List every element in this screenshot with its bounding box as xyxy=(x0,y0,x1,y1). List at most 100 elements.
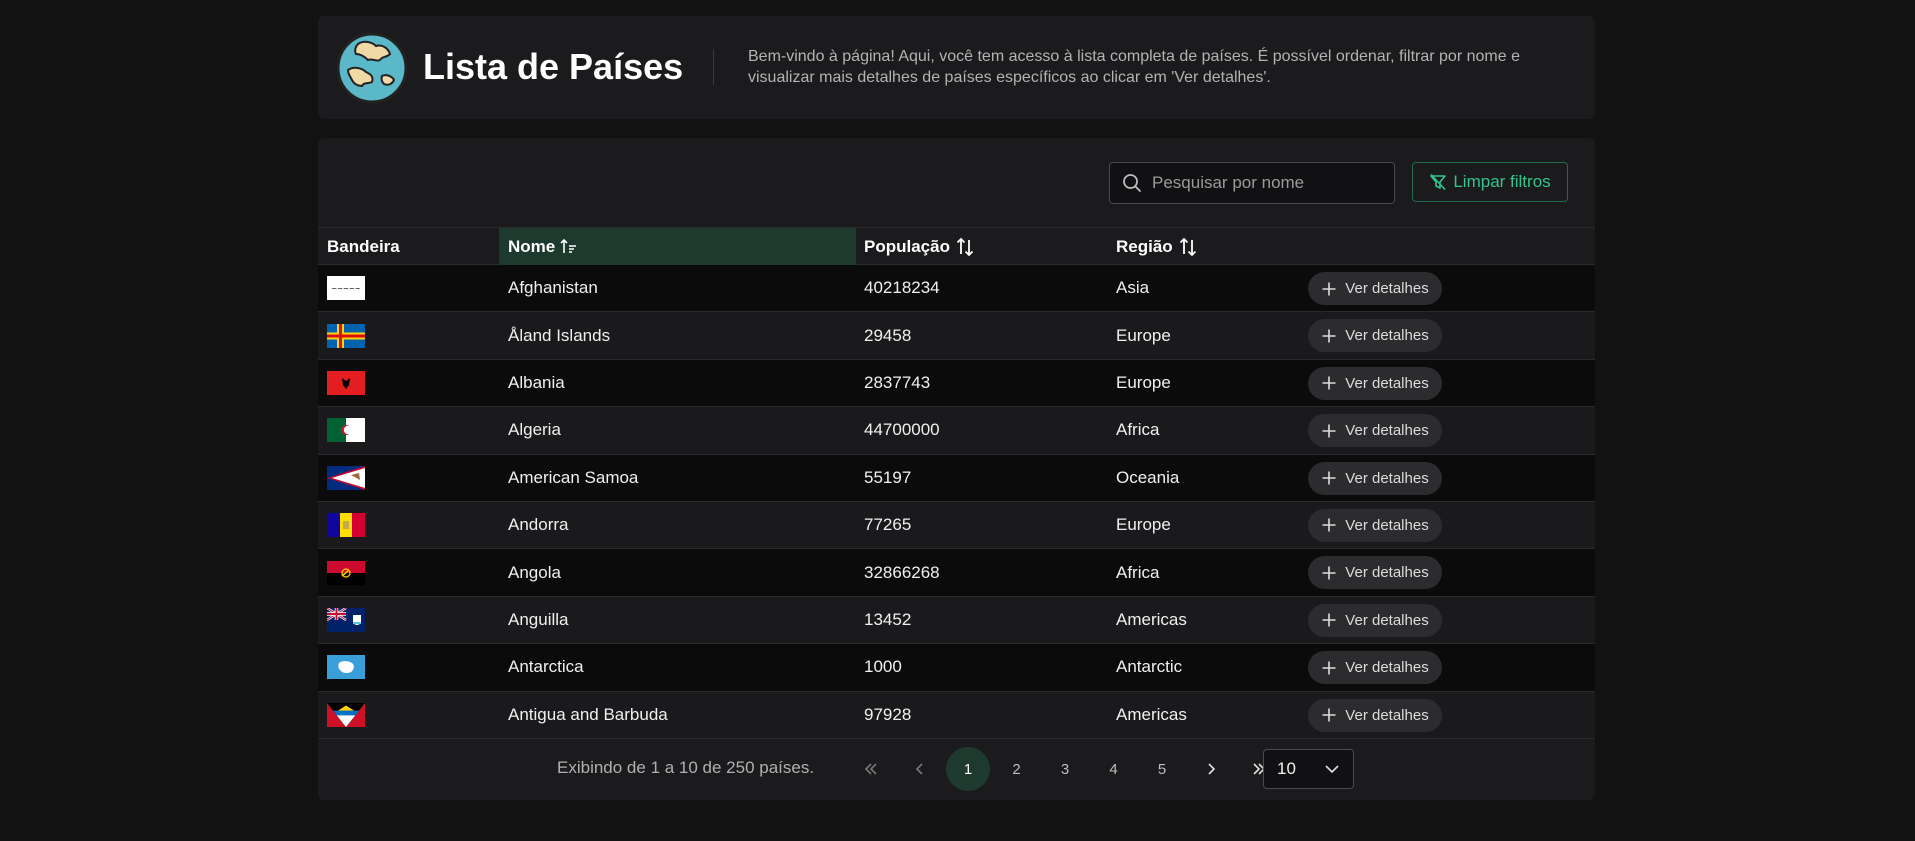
plus-icon xyxy=(1322,708,1336,722)
column-header-region[interactable]: Região xyxy=(1116,228,1198,265)
page-button-3[interactable]: 3 xyxy=(1043,747,1087,791)
table-row: Angola 32866268 Africa Ver detalhes xyxy=(318,549,1595,597)
flag-anguilla-icon xyxy=(327,607,365,632)
plus-icon xyxy=(1322,471,1336,485)
filter-off-icon xyxy=(1430,173,1447,191)
flag-cell xyxy=(327,692,365,738)
country-population: 29458 xyxy=(864,325,912,345)
country-region: Africa xyxy=(1116,562,1160,582)
view-details-label: Ver detalhes xyxy=(1345,469,1429,487)
page-button-1[interactable]: 1 xyxy=(946,747,990,791)
view-details-button[interactable]: Ver detalhes xyxy=(1308,508,1442,542)
country-region: Africa xyxy=(1116,420,1160,440)
page-button-2[interactable]: 2 xyxy=(995,747,1039,791)
table-row: Andorra 77265 Europe Ver detalhes xyxy=(318,501,1595,550)
view-details-label: Ver detalhes xyxy=(1345,516,1429,534)
table-row: ~~~~~ Afghanistan 40218234 Asia Ver detalhes xyxy=(318,265,1595,313)
plus-icon xyxy=(1322,282,1336,295)
table-body: ~~~~~ Afghanistan 40218234 Asia Ver detalhes… xyxy=(318,265,1595,739)
flag-cell xyxy=(327,502,365,548)
page-button-5[interactable]: 5 xyxy=(1140,747,1184,791)
table-row: Anguilla 13452 Americas Ver detalhes xyxy=(318,596,1595,645)
flag-angola-icon xyxy=(327,560,365,585)
country-region: Europe xyxy=(1116,325,1171,345)
sort-both-icon xyxy=(955,237,975,257)
sort-ascending-icon xyxy=(560,238,578,256)
view-details-label: Ver detalhes xyxy=(1345,374,1429,392)
country-population: 13452 xyxy=(864,609,912,629)
view-details-label: Ver detalhes xyxy=(1345,280,1429,297)
search-input[interactable] xyxy=(1152,173,1382,193)
column-header-population[interactable]: População xyxy=(864,228,975,265)
country-name: American Samoa xyxy=(508,467,639,487)
view-details-label: Ver detalhes xyxy=(1345,659,1429,677)
plus-icon xyxy=(1322,376,1336,390)
view-details-label: Ver detalhes xyxy=(1345,564,1429,582)
flag-antarctica-icon xyxy=(327,655,365,680)
country-region: Americas xyxy=(1116,609,1187,629)
view-details-button[interactable]: Ver detalhes xyxy=(1308,603,1442,637)
view-details-button[interactable]: Ver detalhes xyxy=(1308,698,1442,732)
country-region: Americas xyxy=(1116,704,1187,724)
table-row: Antigua and Barbuda 97928 Americas Ver deta… xyxy=(318,691,1595,739)
plus-icon xyxy=(1322,566,1336,580)
column-header-name-label: Nome xyxy=(508,236,556,256)
country-region: Antarctic xyxy=(1116,657,1183,677)
flag-algeria-icon xyxy=(327,418,365,443)
view-details-button[interactable]: Ver detalhes xyxy=(1308,319,1442,353)
svg-text:~~~~~: ~~~~~ xyxy=(331,285,360,293)
view-details-button[interactable]: Ver detalhes xyxy=(1308,414,1442,448)
plus-icon xyxy=(1322,661,1336,675)
search-icon xyxy=(1123,174,1141,192)
country-region: Oceania xyxy=(1116,467,1180,487)
rows-per-page-select[interactable]: 10 xyxy=(1263,749,1354,789)
flag-cell: ~~~~~ xyxy=(327,265,365,311)
country-name: Afghanistan xyxy=(508,278,598,298)
country-name: Antarctica xyxy=(508,657,584,677)
column-header-population-label: População xyxy=(864,236,950,256)
search-box[interactable] xyxy=(1109,162,1395,204)
view-details-button[interactable]: Ver detalhes xyxy=(1308,651,1442,685)
table-row: American Samoa 55197 Oceania Ver detalhes xyxy=(318,454,1595,502)
table-header: Bandeira Nome População Região xyxy=(318,227,1595,265)
flag-cell xyxy=(327,597,365,643)
previous-page-button[interactable] xyxy=(898,747,942,791)
chevron-down-icon xyxy=(1325,765,1339,774)
view-details-button[interactable]: Ver detalhes xyxy=(1308,556,1442,590)
table-row: Antarctica 1000 Antarctic Ver detalhes xyxy=(318,644,1595,692)
country-population: 1000 xyxy=(864,657,902,677)
country-name: Antigua and Barbuda xyxy=(508,704,668,724)
country-population: 32866268 xyxy=(864,562,940,582)
page-title: Lista de Países xyxy=(423,46,684,87)
page-description: Bem-vindo à página! Aqui, você tem acess… xyxy=(748,48,1520,86)
country-population: 2837743 xyxy=(864,372,931,392)
view-details-button[interactable]: Ver detalhes xyxy=(1308,461,1442,495)
flag-cell xyxy=(327,312,365,358)
next-page-button[interactable] xyxy=(1189,747,1233,791)
country-name: Anguilla xyxy=(508,609,569,629)
country-population: 40218234 xyxy=(864,278,940,298)
flag-albania-icon xyxy=(327,370,365,395)
column-header-flag-label: Bandeira xyxy=(327,236,400,256)
view-details-button[interactable]: Ver detalhes xyxy=(1308,272,1442,305)
page-button-4[interactable]: 4 xyxy=(1092,747,1136,791)
column-header-name[interactable]: Nome xyxy=(499,228,856,265)
countries-table-card: Limpar filtros Bandeira Nome População xyxy=(318,138,1595,800)
flag-cell xyxy=(327,644,365,690)
column-header-region-label: Região xyxy=(1116,236,1173,256)
first-page-button[interactable] xyxy=(849,747,893,791)
view-details-button[interactable]: Ver detalhes xyxy=(1308,366,1442,400)
chevron-left-icon xyxy=(915,763,923,775)
country-population: 44700000 xyxy=(864,420,940,440)
country-population: 77265 xyxy=(864,515,912,535)
clear-filters-button[interactable]: Limpar filtros xyxy=(1412,162,1568,202)
flag-andorra-icon xyxy=(327,513,365,538)
flag-cell xyxy=(327,360,365,406)
globe-logo-icon xyxy=(336,32,408,104)
country-region: Asia xyxy=(1116,278,1150,298)
flag-american-samoa-icon xyxy=(327,465,365,490)
country-population: 97928 xyxy=(864,704,912,724)
country-name: Albania xyxy=(508,372,565,392)
country-name: Åland Islands xyxy=(508,325,611,345)
flag-cell xyxy=(327,407,365,453)
